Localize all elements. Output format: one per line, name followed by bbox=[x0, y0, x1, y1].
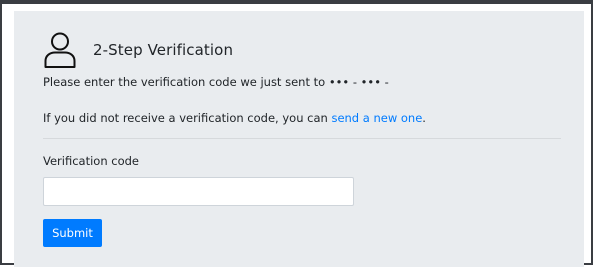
instruction-prefix: Please enter the verification code we ju… bbox=[43, 75, 329, 89]
verification-card: 2-Step Verification Please enter the ver… bbox=[14, 11, 584, 267]
verification-code-label: Verification code bbox=[43, 154, 140, 168]
resend-suffix: . bbox=[422, 111, 426, 125]
page-title: 2-Step Verification bbox=[93, 41, 234, 59]
submit-button[interactable]: Submit bbox=[43, 219, 102, 247]
card-header: 2-Step Verification bbox=[43, 31, 233, 69]
send-new-code-link[interactable]: send a new one bbox=[331, 111, 422, 125]
window-frame: 2-Step Verification Please enter the ver… bbox=[0, 0, 593, 267]
resend-text: If you did not receive a verification co… bbox=[43, 111, 426, 125]
user-icon bbox=[44, 32, 76, 68]
masked-destination: ••• - ••• - bbox=[328, 75, 389, 89]
instruction-text: Please enter the verification code we ju… bbox=[43, 75, 389, 89]
divider bbox=[43, 138, 561, 139]
resend-prefix: If you did not receive a verification co… bbox=[43, 111, 332, 125]
verification-code-input[interactable] bbox=[43, 177, 354, 206]
